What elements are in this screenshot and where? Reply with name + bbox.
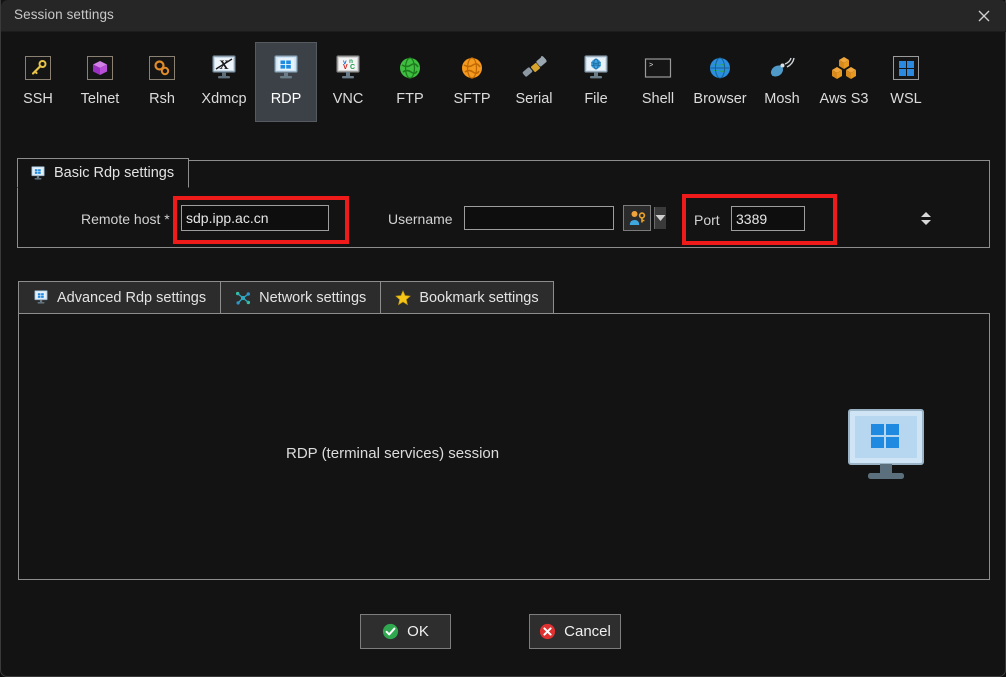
protocol-aws-s3[interactable]: Aws S3: [813, 42, 875, 122]
protocol-label: Mosh: [764, 91, 800, 107]
protocol-label: Telnet: [80, 91, 120, 107]
protocol-label: RDP: [270, 91, 302, 107]
session-content-panel: RDP (terminal services) session: [18, 313, 990, 580]
remote-host-label: Remote host *: [81, 211, 170, 227]
user-key-icon: [629, 211, 646, 225]
protocol-label: Rsh: [149, 91, 175, 107]
vnc-monitor-icon: v n V C: [331, 51, 365, 85]
tab-label: Advanced Rdp settings: [57, 289, 207, 306]
protocol-mosh[interactable]: Mosh: [751, 42, 813, 122]
windows-monitor-icon: [269, 51, 303, 85]
spinner-down-arrow[interactable]: [921, 220, 931, 225]
protocol-file[interactable]: File: [565, 42, 627, 122]
cancel-button-label: Cancel: [564, 623, 611, 640]
aws-cubes-icon: [827, 51, 861, 85]
protocol-label: SFTP: [453, 91, 491, 107]
basic-rdp-settings-tab[interactable]: Basic Rdp settings: [17, 158, 190, 188]
red-x-icon: [539, 623, 556, 640]
spinner-arrows-icon[interactable]: [921, 207, 933, 230]
protocol-label: Xdmcp: [201, 91, 247, 107]
orange-globe-icon: [455, 51, 489, 85]
session-description: RDP (terminal services) session: [286, 445, 500, 462]
protocol-label: FTP: [396, 91, 424, 107]
close-button[interactable]: [961, 0, 1006, 31]
protocol-label: VNC: [332, 91, 364, 107]
port-spinner[interactable]: [731, 206, 931, 231]
ok-button-label: OK: [407, 623, 429, 640]
protocol-toolbar: SSH Telnet Rsh Xdmcp RDP v n V C VNC FTP…: [7, 42, 1001, 128]
username-label: Username: [388, 211, 453, 227]
svg-text:C: C: [350, 64, 355, 71]
protocol-rdp[interactable]: RDP: [255, 42, 317, 122]
satellite-dish-icon: [765, 51, 799, 85]
network-star-icon: [235, 290, 251, 306]
gears-icon: [145, 51, 179, 85]
spinner-up-arrow[interactable]: [921, 212, 931, 217]
key-icon: [21, 51, 55, 85]
windows-monitor-icon: [30, 165, 46, 181]
cancel-button[interactable]: Cancel: [529, 614, 621, 649]
protocol-label: WSL: [890, 91, 922, 107]
tab-advanced-rdp-settings[interactable]: Advanced Rdp settings: [18, 281, 221, 314]
protocol-ftp[interactable]: FTP: [379, 42, 441, 122]
purple-cube-icon: [83, 51, 117, 85]
protocol-rsh[interactable]: Rsh: [131, 42, 193, 122]
green-check-icon: [382, 623, 399, 640]
windows-monitor-icon: [33, 290, 49, 305]
green-globe-icon: [393, 51, 427, 85]
file-globe-monitor-icon: [579, 51, 613, 85]
username-combobox[interactable]: [464, 206, 666, 230]
protocol-browser[interactable]: Browser: [689, 42, 751, 122]
settings-tab-bar: Advanced Rdp settings Network settings B…: [18, 281, 554, 314]
svg-text:>: >: [649, 62, 653, 70]
protocol-vnc[interactable]: v n V C VNC: [317, 42, 379, 122]
protocol-shell[interactable]: > Shell: [627, 42, 689, 122]
tab-label: Bookmark settings: [419, 289, 539, 306]
protocol-serial[interactable]: Serial: [503, 42, 565, 122]
protocol-ssh[interactable]: SSH: [7, 42, 69, 122]
blue-globe-icon: [703, 51, 737, 85]
port-input[interactable]: [732, 207, 921, 230]
tab-network-settings[interactable]: Network settings: [220, 281, 381, 314]
protocol-sftp[interactable]: SFTP: [441, 42, 503, 122]
close-icon: [978, 10, 990, 21]
serial-plug-icon: [517, 51, 551, 85]
protocol-label: SSH: [23, 91, 53, 107]
remote-host-input[interactable]: [181, 205, 329, 231]
chevron-down-icon[interactable]: [654, 207, 666, 229]
protocol-label: Shell: [641, 91, 675, 107]
protocol-xdmcp[interactable]: X Xdmcp: [193, 42, 255, 122]
protocol-label: Browser: [693, 91, 747, 107]
basic-rdp-settings-tab-label: Basic Rdp settings: [54, 165, 175, 181]
windows-square-icon: [889, 51, 923, 85]
session-settings-dialog: Session settings SSH Telnet Rsh Xdmcp RD…: [0, 0, 1006, 677]
windows-monitor-large-icon: [846, 408, 926, 487]
x-monitor-icon: X: [207, 51, 241, 85]
terminal-prompt-icon: >: [641, 51, 675, 85]
protocol-label: Serial: [515, 91, 553, 107]
window-title: Session settings: [14, 7, 114, 22]
protocol-telnet[interactable]: Telnet: [69, 42, 131, 122]
user-key-button[interactable]: [623, 205, 651, 231]
tab-label: Network settings: [259, 289, 367, 306]
protocol-wsl[interactable]: WSL: [875, 42, 937, 122]
protocol-label: File: [584, 91, 608, 107]
title-bar: Session settings: [1, 0, 1006, 32]
protocol-label: Aws S3: [819, 91, 869, 107]
tab-bookmark-settings[interactable]: Bookmark settings: [380, 281, 554, 314]
port-label: Port: [694, 212, 720, 228]
ok-button[interactable]: OK: [360, 614, 451, 649]
star-icon: [395, 289, 412, 306]
svg-text:V: V: [343, 64, 348, 71]
